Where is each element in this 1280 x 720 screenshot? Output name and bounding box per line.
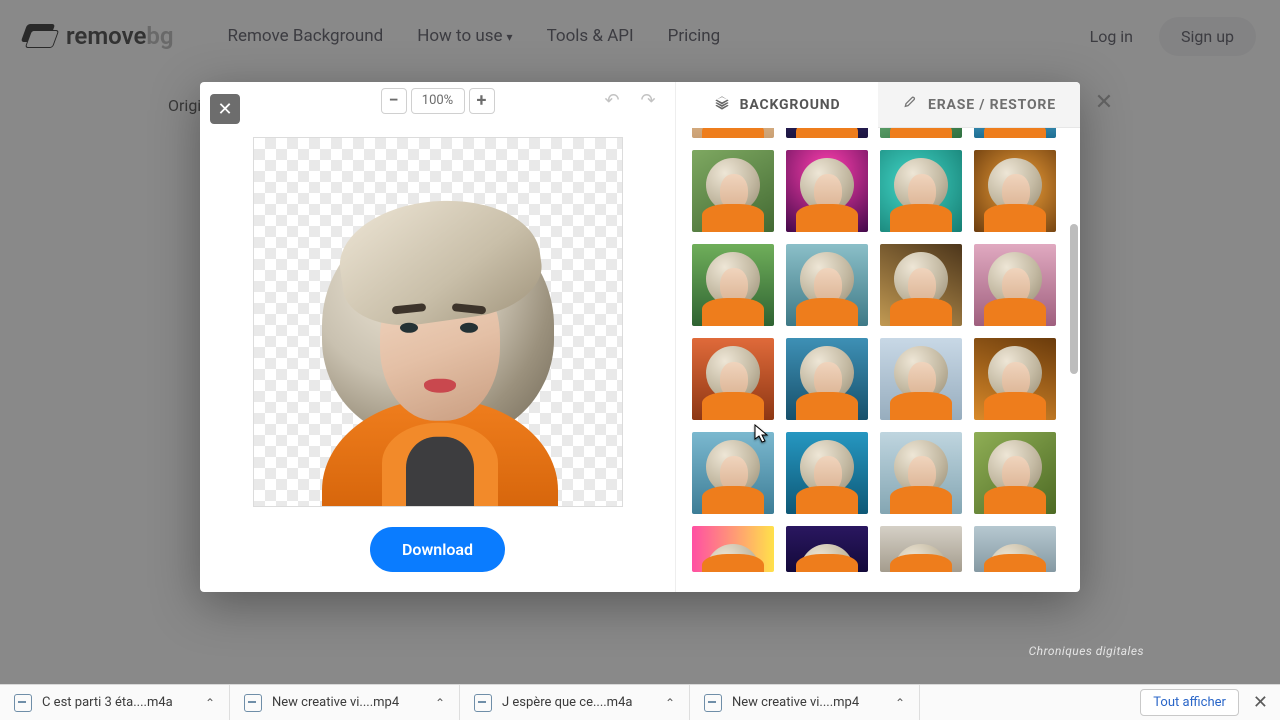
chevron-up-icon[interactable]: ⌃ bbox=[435, 696, 445, 710]
scrollbar-thumb[interactable] bbox=[1070, 224, 1078, 374]
watermark-text: Chroniques digitales bbox=[1029, 644, 1144, 658]
background-option[interactable] bbox=[692, 526, 774, 572]
zoom-display: 100% bbox=[411, 88, 465, 114]
background-option[interactable] bbox=[974, 432, 1056, 514]
background-option[interactable] bbox=[880, 338, 962, 420]
backgrounds-grid-wrap bbox=[676, 128, 1080, 592]
editor-modal: − 100% + ↶ ↷ bbox=[200, 82, 1080, 592]
zoom-toolbar: − 100% + ↶ ↷ bbox=[200, 82, 675, 119]
tab-background-label: BACKGROUND bbox=[740, 97, 841, 113]
close-button[interactable]: ✕ bbox=[210, 94, 240, 124]
download-item[interactable]: New creative vi....mp4 ⌃ bbox=[690, 685, 920, 720]
background-option[interactable] bbox=[786, 526, 868, 572]
background-option[interactable] bbox=[786, 432, 868, 514]
background-option[interactable] bbox=[786, 128, 868, 138]
backgrounds-grid[interactable] bbox=[676, 128, 1080, 592]
file-icon bbox=[14, 694, 32, 712]
download-item[interactable]: New creative vi....mp4 ⌃ bbox=[230, 685, 460, 720]
zoom-in-button[interactable]: + bbox=[469, 88, 495, 114]
canvas-wrap bbox=[200, 119, 675, 507]
download-filename: New creative vi....mp4 bbox=[732, 695, 859, 710]
chevron-up-icon[interactable]: ⌃ bbox=[895, 696, 905, 710]
right-tabs: BACKGROUND ERASE / RESTORE bbox=[676, 82, 1080, 128]
background-option[interactable] bbox=[974, 338, 1056, 420]
downloads-shelf: C est parti 3 éta....m4a⌃New creative vi… bbox=[0, 684, 1280, 720]
background-option[interactable] bbox=[692, 128, 774, 138]
file-icon bbox=[474, 694, 492, 712]
chevron-up-icon[interactable]: ⌃ bbox=[205, 696, 215, 710]
show-all-downloads-button[interactable]: Tout afficher bbox=[1140, 689, 1239, 716]
download-filename: New creative vi....mp4 bbox=[272, 695, 399, 710]
background-option[interactable] bbox=[692, 244, 774, 326]
download-filename: C est parti 3 éta....m4a bbox=[42, 695, 173, 710]
background-option[interactable] bbox=[786, 244, 868, 326]
brush-icon bbox=[902, 95, 918, 115]
chevron-up-icon[interactable]: ⌃ bbox=[665, 696, 675, 710]
file-icon bbox=[244, 694, 262, 712]
redo-button[interactable]: ↷ bbox=[637, 90, 659, 112]
tab-background[interactable]: BACKGROUND bbox=[676, 82, 878, 128]
background-option[interactable] bbox=[692, 338, 774, 420]
download-item[interactable]: C est parti 3 éta....m4a ⌃ bbox=[0, 685, 230, 720]
background-option[interactable] bbox=[880, 526, 962, 572]
editor-right-pane: BACKGROUND ERASE / RESTORE bbox=[675, 82, 1080, 592]
close-shelf-button[interactable]: ✕ bbox=[1253, 692, 1268, 713]
background-option[interactable] bbox=[880, 150, 962, 232]
download-item[interactable]: J espère que ce....m4a ⌃ bbox=[460, 685, 690, 720]
background-option[interactable] bbox=[974, 150, 1056, 232]
background-option[interactable] bbox=[974, 128, 1056, 138]
background-option[interactable] bbox=[974, 526, 1056, 572]
background-option[interactable] bbox=[880, 128, 962, 138]
zoom-out-button[interactable]: − bbox=[381, 88, 407, 114]
tab-erase-label: ERASE / RESTORE bbox=[928, 97, 1056, 113]
background-option[interactable] bbox=[786, 150, 868, 232]
background-option[interactable] bbox=[880, 432, 962, 514]
file-icon bbox=[704, 694, 722, 712]
dismiss-icon[interactable]: ✕ bbox=[1090, 88, 1118, 116]
layers-icon bbox=[714, 95, 730, 115]
editor-left-pane: − 100% + ↶ ↷ bbox=[200, 82, 675, 592]
background-option[interactable] bbox=[692, 150, 774, 232]
image-canvas[interactable] bbox=[253, 137, 623, 507]
download-filename: J espère que ce....m4a bbox=[502, 695, 632, 710]
background-option[interactable] bbox=[880, 244, 962, 326]
tab-erase-restore[interactable]: ERASE / RESTORE bbox=[878, 82, 1080, 128]
undo-button[interactable]: ↶ bbox=[601, 90, 623, 112]
background-option[interactable] bbox=[786, 338, 868, 420]
background-option[interactable] bbox=[974, 244, 1056, 326]
subject-portrait bbox=[288, 177, 588, 507]
download-button[interactable]: Download bbox=[370, 527, 505, 572]
background-option[interactable] bbox=[692, 432, 774, 514]
